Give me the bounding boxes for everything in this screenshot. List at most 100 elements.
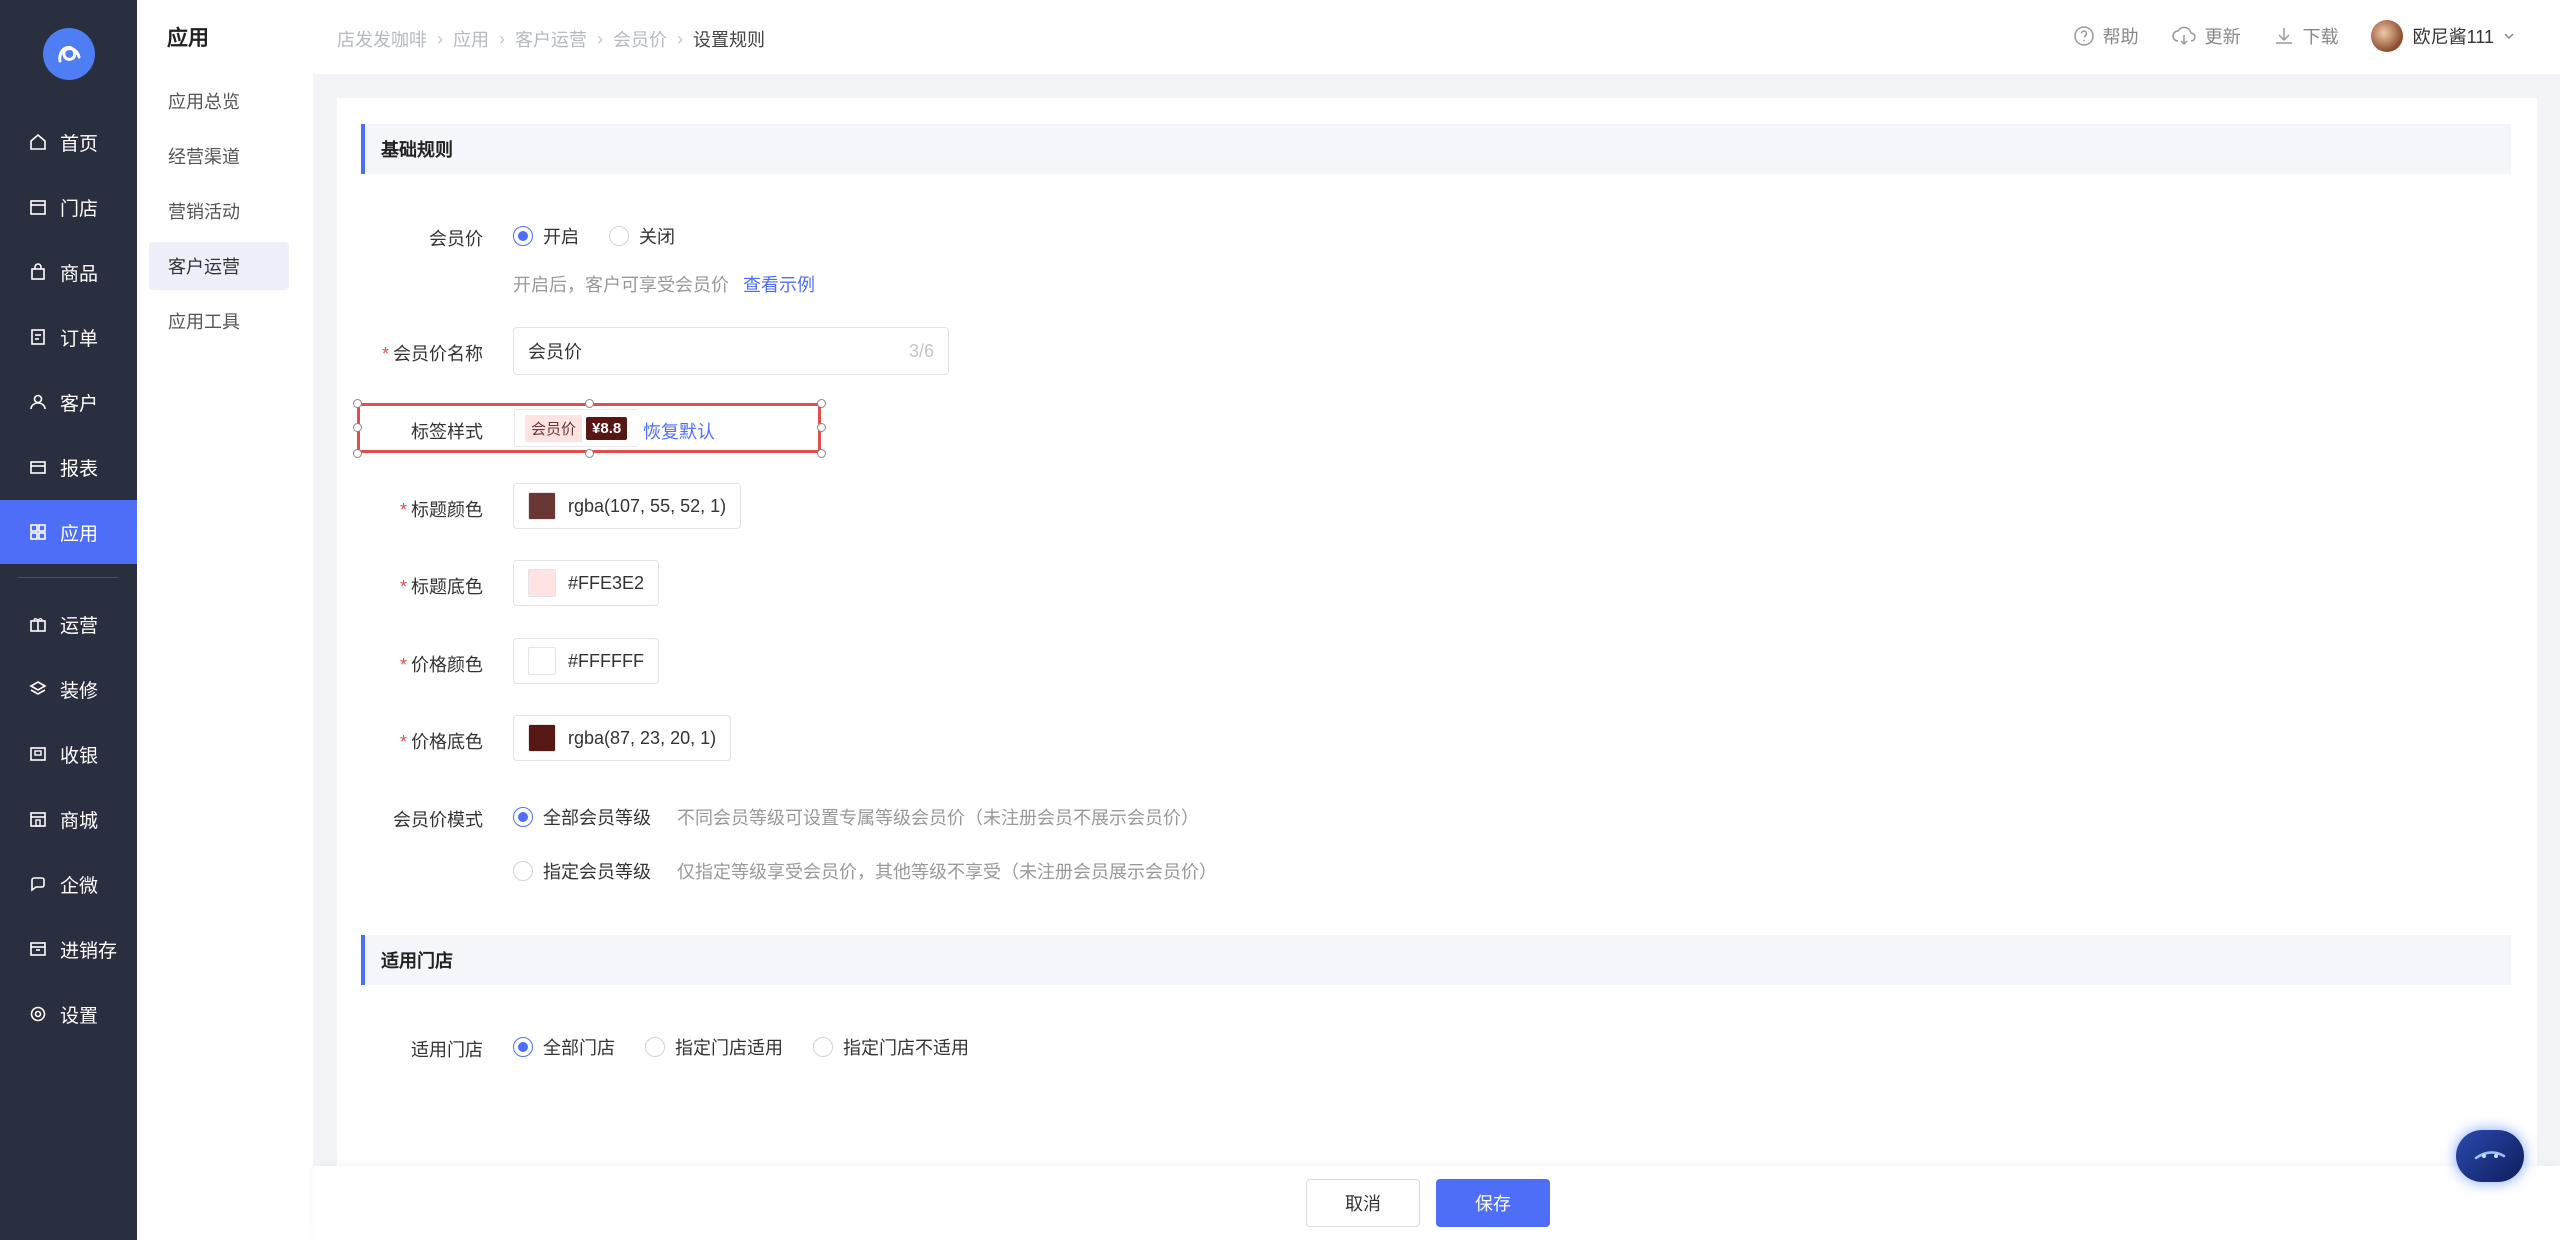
- subnav-title: 应用: [167, 27, 209, 50]
- selection-handle[interactable]: [585, 449, 594, 458]
- color-swatch: [528, 492, 556, 520]
- selection-handle[interactable]: [353, 399, 362, 408]
- view-example-link[interactable]: 查看示例: [743, 271, 815, 297]
- nav-item-decorate[interactable]: 装修: [0, 657, 137, 721]
- nav-label: 首页: [60, 133, 99, 155]
- update-button[interactable]: 更新: [2171, 23, 2241, 49]
- nav-divider: [18, 577, 118, 578]
- nav-label: 运营: [60, 615, 99, 637]
- user-icon: [30, 394, 46, 410]
- label-text: 会员价名称: [393, 344, 483, 364]
- nav-label: 商城: [60, 810, 99, 832]
- selection-handle[interactable]: [585, 399, 594, 408]
- mode-specific-row: 指定会员等级 仅指定等级享受会员价，其他等级不享受（未注册会员展示会员价）: [513, 858, 1217, 884]
- cancel-button[interactable]: 取消: [1306, 1179, 1420, 1227]
- save-button[interactable]: 保存: [1436, 1179, 1550, 1227]
- nav-item-order[interactable]: 订单: [0, 305, 137, 369]
- breadcrumb-current: 设置规则: [693, 30, 765, 50]
- subnav-item-tools[interactable]: 应用工具: [149, 297, 289, 345]
- update-label: 更新: [2204, 27, 2241, 47]
- help-label: 帮助: [2102, 27, 2139, 47]
- radio-label: 关闭: [639, 227, 675, 247]
- breadcrumb-item[interactable]: 客户运营: [515, 26, 587, 52]
- selection-handle[interactable]: [817, 399, 826, 408]
- radio-label: 指定会员等级: [543, 862, 651, 882]
- home-icon: [30, 133, 46, 150]
- color-value: #FFE3E2: [568, 572, 645, 593]
- subnav-item-marketing[interactable]: 营销活动: [149, 187, 289, 235]
- nav-label: 企微: [60, 875, 99, 897]
- radio-label: 开启: [543, 227, 579, 247]
- nav-label: 门店: [60, 198, 99, 220]
- section-basic-rules: 基础规则: [361, 124, 2511, 174]
- color-swatch: [528, 569, 556, 597]
- price-color-label: * 价格颜色: [337, 651, 483, 677]
- stores-all-radio[interactable]: 全部门店: [513, 1034, 615, 1060]
- member-price-name-input[interactable]: 会员价 3/6: [513, 327, 949, 375]
- download-button[interactable]: 下载: [2273, 23, 2339, 49]
- app-logo[interactable]: [43, 28, 95, 80]
- nav-item-apps[interactable]: 应用: [0, 500, 137, 564]
- radio-label: 指定门店不适用: [843, 1038, 969, 1058]
- mode-all-hint: 不同会员等级可设置专属等级会员价（未注册会员不展示会员价）: [677, 808, 1199, 828]
- selection-handle[interactable]: [817, 423, 826, 432]
- breadcrumb-item[interactable]: 会员价: [613, 26, 667, 52]
- mode-specific-radio[interactable]: 指定会员等级: [513, 858, 651, 884]
- radio-label: 全部会员等级: [543, 808, 651, 828]
- member-price-off-radio[interactable]: 关闭: [609, 223, 675, 249]
- gift-icon: [30, 618, 46, 632]
- nav-item-wecom[interactable]: 企微: [0, 852, 137, 916]
- nav-item-operation[interactable]: 运营: [0, 592, 137, 656]
- nav-item-store[interactable]: 门店: [0, 175, 137, 239]
- stores-radio-group: 全部门店 指定门店适用 指定门店不适用: [513, 1034, 999, 1060]
- mode-label: 会员价模式: [393, 810, 483, 830]
- color-value: #FFFFFF: [568, 650, 644, 671]
- selection-handle[interactable]: [817, 449, 826, 458]
- nav-item-cashier[interactable]: 收银: [0, 722, 137, 786]
- mode-specific-hint: 仅指定等级享受会员价，其他等级不享受（未注册会员展示会员价）: [677, 862, 1217, 882]
- selection-handle[interactable]: [353, 423, 362, 432]
- chevron-down-icon: [2504, 33, 2514, 40]
- label-text: 价格颜色: [411, 655, 483, 675]
- nav-label: 客户: [60, 393, 99, 415]
- title-bg-picker[interactable]: #FFE3E2: [513, 560, 660, 606]
- assistant-bubble[interactable]: [2456, 1130, 2524, 1182]
- member-price-hint: 开启后，客户可享受会员价: [513, 275, 729, 295]
- nav-item-customer[interactable]: 客户: [0, 370, 137, 434]
- subnav-item-overview[interactable]: 应用总览: [149, 77, 289, 125]
- download-label: 下载: [2302, 27, 2339, 47]
- price-bg-label: * 价格底色: [337, 728, 483, 754]
- nav-item-mall[interactable]: 商城: [0, 787, 137, 851]
- price-bg-picker[interactable]: rgba(87, 23, 20, 1): [513, 715, 732, 761]
- report-icon: [30, 461, 46, 474]
- nav-label: 商品: [60, 263, 99, 285]
- breadcrumb-item[interactable]: 店发发咖啡: [337, 26, 427, 52]
- user-menu[interactable]: 欧尼酱111: [2370, 20, 2524, 52]
- subnav-item-channels[interactable]: 经营渠道: [149, 132, 289, 180]
- color-swatch: [528, 647, 556, 675]
- nav-item-home[interactable]: 首页: [0, 110, 137, 174]
- selection-handle[interactable]: [353, 449, 362, 458]
- title-bg-label: * 标题底色: [337, 573, 483, 599]
- help-button[interactable]: 帮助: [2073, 23, 2139, 49]
- required-mark: *: [399, 577, 407, 597]
- mode-all-radio[interactable]: 全部会员等级: [513, 804, 651, 830]
- subnav-item-customer-ops[interactable]: 客户运营: [149, 242, 289, 290]
- nav-item-goods[interactable]: 商品: [0, 240, 137, 304]
- title-color-picker[interactable]: rgba(107, 55, 52, 1): [513, 483, 742, 529]
- member-price-on-radio[interactable]: 开启: [513, 223, 579, 249]
- breadcrumb: 店发发咖啡 › 应用 › 客户运营 › 会员价 › 设置规则: [337, 26, 765, 52]
- price-color-picker[interactable]: #FFFFFF: [513, 638, 659, 684]
- stores-exclude-radio[interactable]: 指定门店不适用: [813, 1034, 969, 1060]
- nav-item-settings[interactable]: 设置: [0, 982, 137, 1046]
- nav-item-report[interactable]: 报表: [0, 435, 137, 499]
- color-swatch: [528, 724, 556, 752]
- breadcrumb-item[interactable]: 应用: [453, 26, 489, 52]
- stores-label: 适用门店: [411, 1040, 483, 1060]
- sub-nav: 应用 应用总览 经营渠道 营销活动 客户运营 应用工具: [137, 0, 313, 1240]
- chevron-right-icon: ›: [499, 28, 505, 49]
- required-mark: *: [381, 344, 389, 364]
- nav-item-inventory[interactable]: 进销存: [0, 917, 137, 981]
- stores-include-radio[interactable]: 指定门店适用: [645, 1034, 783, 1060]
- chevron-right-icon: ›: [677, 28, 683, 49]
